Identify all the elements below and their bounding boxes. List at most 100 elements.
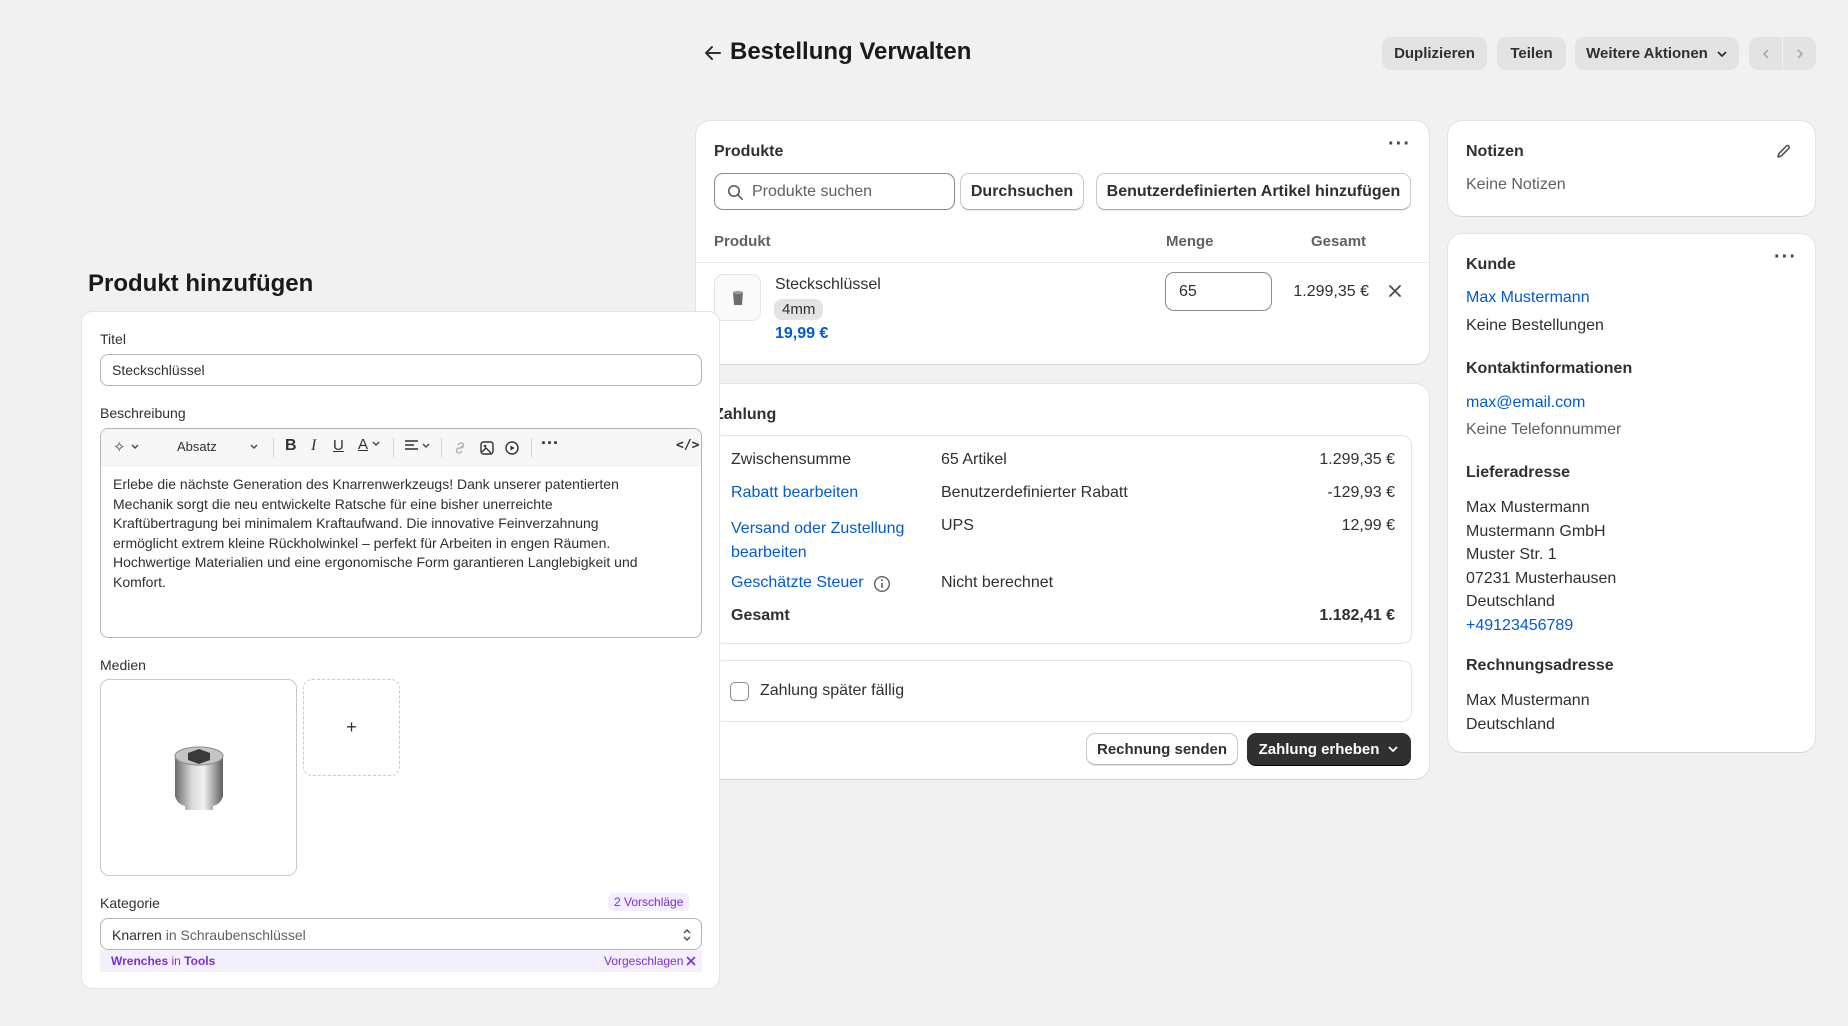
more-actions-label: Weitere Aktionen (1586, 45, 1708, 62)
category-select[interactable]: Knarren in Schraubenschlüssel (100, 918, 702, 950)
text-color-icon[interactable]: A (358, 436, 381, 453)
previous-order-button[interactable] (1749, 37, 1782, 70)
more-actions-button[interactable]: Weitere Aktionen (1575, 37, 1739, 70)
more-horizontal-icon[interactable]: ··· (1774, 246, 1797, 269)
select-arrows-icon (683, 929, 691, 941)
edit-discount-link[interactable]: Rabatt bearbeiten (731, 484, 858, 502)
shipping-phone-link[interactable]: +49123456789 (1466, 614, 1616, 638)
title-input[interactable]: Steckschlüssel (100, 354, 702, 386)
toolbar-divider (273, 438, 274, 457)
title-label: Titel (100, 331, 126, 347)
paragraph-select[interactable]: Absatz (163, 437, 265, 457)
suggestion-text: Wrenches in Tools (111, 954, 215, 968)
more-horizontal-icon[interactable]: ··· (541, 433, 559, 454)
italic-icon[interactable]: I (311, 437, 316, 455)
media-label: Medien (100, 657, 146, 673)
code-view-icon[interactable]: </> (676, 438, 699, 453)
suggestions-badge[interactable]: 2 Vorschläge (608, 893, 690, 911)
product-name: Steckschlüssel (775, 276, 881, 293)
description-line: Mechanik sorgt die neu entwickelte Ratsc… (113, 495, 553, 512)
description-line: Kraftübertragung bei minimalem Kraftaufw… (113, 515, 599, 531)
page-title: Bestellung Verwalten (730, 38, 972, 65)
product-thumbnail (714, 274, 761, 321)
edit-shipping-link[interactable]: Versand oder Zustellung bearbeiten (731, 517, 904, 565)
pay-later-label: Zahlung später fällig (760, 682, 905, 699)
add-custom-item-button[interactable]: Benutzerdefinierten Artikel hinzufügen (1096, 173, 1411, 210)
quantity-value: 65 (1179, 283, 1197, 300)
socket-image (174, 746, 224, 810)
collect-payment-button[interactable]: Zahlung erheben (1247, 733, 1411, 765)
description-label: Beschreibung (100, 405, 186, 421)
category-label: Kategorie (100, 895, 160, 911)
discount-amount: -129,93 € (1327, 484, 1395, 501)
product-search-input[interactable]: Produkte suchen (714, 173, 955, 210)
customer-title: Kunde (1466, 256, 1516, 273)
collect-payment-label: Zahlung erheben (1258, 740, 1380, 758)
subtotal-label: Zwischensumme (731, 451, 852, 468)
chevron-left-icon (1762, 48, 1769, 59)
toolbar-divider (441, 438, 442, 457)
edit-shipping-line2: bearbeiten (731, 544, 807, 561)
browse-button[interactable]: Durchsuchen (960, 173, 1084, 210)
toolbar-divider (531, 438, 532, 457)
duplicate-label: Duplizieren (1394, 45, 1475, 62)
info-icon[interactable] (873, 575, 891, 593)
image-icon[interactable] (479, 440, 495, 456)
tax-desc: Nicht berechnet (941, 574, 1054, 591)
billing-address: Max Mustermann Deutschland (1466, 689, 1590, 736)
products-title: Produkte (714, 143, 784, 160)
share-label: Teilen (1510, 45, 1553, 62)
align-icon[interactable] (404, 439, 432, 458)
category-value: Knarren (112, 927, 162, 943)
description-line: Komfort. (113, 573, 166, 590)
add-media-button[interactable]: + (303, 679, 400, 776)
shipping-line: Muster Str. 1 (1466, 546, 1557, 564)
customer-card: Kunde ··· Max Mustermann Keine Bestellun… (1448, 234, 1815, 752)
bold-icon[interactable]: B (285, 437, 297, 455)
payment-summary-box: Zwischensumme 65 Artikel 1.299,35 € Raba… (714, 435, 1412, 644)
description-line: Hochwertige Materialien und eine ergonom… (113, 554, 638, 570)
title-value: Steckschlüssel (112, 362, 205, 378)
video-icon[interactable] (504, 440, 520, 456)
chevron-down-icon (1717, 50, 1727, 57)
notes-title: Notizen (1466, 143, 1524, 160)
category-in: in (165, 927, 177, 943)
paragraph-select-value: Absatz (177, 439, 217, 454)
payment-title: Zahlung (714, 406, 777, 423)
pay-later-box[interactable]: Zahlung später fällig (714, 660, 1412, 722)
customer-name-link[interactable]: Max Mustermann (1466, 289, 1590, 307)
quantity-input[interactable]: 65 (1165, 272, 1272, 311)
description-editor: ✧ Absatz B I U A ··· </> Erlebe die näch… (100, 428, 702, 638)
shipping-amount: 12,99 € (1341, 517, 1395, 534)
duplicate-button[interactable]: Duplizieren (1382, 37, 1487, 70)
table-divider (696, 262, 1429, 263)
media-image[interactable] (100, 679, 297, 876)
close-icon[interactable] (686, 956, 696, 966)
link-icon[interactable] (452, 440, 468, 456)
column-product: Produkt (714, 233, 771, 250)
more-horizontal-icon[interactable]: ··· (1388, 133, 1411, 156)
search-icon (727, 184, 744, 201)
send-invoice-label: Rechnung senden (1096, 740, 1227, 758)
estimated-tax-link[interactable]: Geschätzte Steuer (731, 574, 864, 592)
next-order-button[interactable] (1783, 37, 1816, 70)
editor-toolbar: ✧ Absatz B I U A ··· </> (101, 429, 701, 466)
back-button[interactable] (702, 42, 724, 64)
add-media-symbol: + (346, 717, 357, 737)
category-parent: Schraubenschlüssel (180, 927, 306, 943)
chevron-right-icon (1796, 48, 1803, 59)
variant-badge: 4mm (774, 299, 824, 320)
magic-icon[interactable]: ✧ (113, 438, 140, 456)
send-invoice-button[interactable]: Rechnung senden (1086, 733, 1238, 765)
line-total: 1.299,35 € (1293, 283, 1369, 300)
category-suggestion-row[interactable]: Wrenches in Tools Vorgeschlagen (100, 950, 702, 972)
share-button[interactable]: Teilen (1497, 37, 1566, 70)
payment-card: Zahlung Zwischensumme 65 Artikel 1.299,3… (696, 384, 1429, 779)
checkbox-icon[interactable] (730, 682, 749, 701)
description-text[interactable]: Erlebe die nächste Generation des Knarre… (113, 475, 698, 592)
shipping-line: 07231 Musterhausen (1466, 569, 1617, 587)
underline-icon[interactable]: U (333, 437, 344, 454)
close-icon[interactable] (1388, 284, 1402, 298)
edit-pencil-icon[interactable] (1775, 143, 1792, 160)
customer-email-link[interactable]: max@email.com (1466, 394, 1585, 412)
